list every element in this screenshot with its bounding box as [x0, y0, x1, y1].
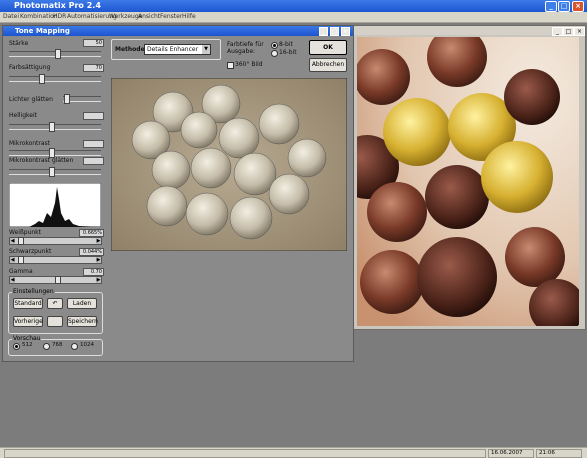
menu-datei[interactable]: Datei [3, 13, 19, 20]
schwarzpunkt-left-arrow[interactable]: ◀ [10, 257, 15, 263]
image-close-button[interactable]: × [574, 27, 585, 36]
undo-button[interactable]: ↶ [47, 298, 63, 309]
weisspunkt-label: Weißpunkt [9, 229, 41, 236]
menu-fenster[interactable]: Fenster [160, 13, 182, 20]
mikrokontrast-label: Mikrokontrast [9, 140, 51, 147]
vorherige-button[interactable]: Vorherige [13, 316, 43, 327]
standard-button[interactable]: Standard [13, 298, 43, 309]
mikrokontrast-glaetten-slider[interactable] [9, 167, 101, 177]
einstellungen-title: Einstellungen [12, 288, 55, 295]
maximize-button[interactable]: □ [558, 1, 570, 12]
gamma-thumb[interactable] [55, 276, 61, 284]
farbtiefe-label: Farbtiefe für Ausgabe: [227, 41, 264, 55]
vorschau-512-label: 512 [22, 342, 33, 348]
helligkeit-thumb[interactable] [49, 122, 55, 132]
image-maximize-button[interactable]: □ [563, 27, 574, 36]
helligkeit-slider[interactable] [9, 122, 101, 132]
abbrechen-button[interactable]: Abbrechen [309, 58, 347, 72]
weisspunkt-value[interactable]: 0.665% [79, 229, 104, 237]
gamma-label: Gamma [9, 268, 33, 275]
vorschau-title: Vorschau [12, 335, 42, 342]
tone-mapping-dialog[interactable]: Tone Mapping _ □ × Stärke 50 Farbsättigu… [2, 25, 354, 362]
helligkeit-value[interactable] [83, 112, 104, 120]
image-window-titlebar[interactable]: _ □ × [353, 26, 585, 36]
status-bar: 16.06.2007 21:06 [0, 447, 587, 458]
staerke-label: Stärke [9, 40, 29, 47]
mikrokontrast-glaetten-thumb[interactable] [49, 167, 55, 177]
mikrokontrast-value[interactable] [83, 140, 104, 148]
image-minimize-button[interactable]: _ [552, 27, 563, 36]
mikrokontrast-glaetten-label: Mikrokontrast glätten [9, 157, 74, 164]
menu-bar: Datei Kombination HDR Automatisierung We… [0, 12, 587, 23]
farbsaettigung-label: Farbsättigung [9, 64, 51, 71]
dialog-maximize-button[interactable]: □ [330, 27, 339, 36]
histogram [9, 183, 101, 227]
close-button[interactable]: × [572, 1, 584, 12]
speichern-button[interactable]: Speichern [67, 316, 98, 327]
vorschau-1024-label: 1024 [80, 342, 94, 348]
vorschau-1024-radio[interactable] [71, 343, 78, 350]
weisspunkt-left-arrow[interactable]: ◀ [10, 238, 15, 244]
dialog-close-button[interactable]: × [341, 27, 350, 36]
gamma-value[interactable]: 0.70 [83, 268, 104, 276]
weisspunkt-scrollbar[interactable]: ◀ ▶ [9, 237, 102, 245]
preview-image [111, 78, 347, 251]
menu-ansicht[interactable]: Ansicht [138, 13, 160, 20]
laden-button[interactable]: Laden [67, 298, 97, 309]
vorschau-512-radio[interactable] [13, 343, 20, 350]
vorschau-768-radio[interactable] [43, 343, 50, 350]
weisspunkt-right-arrow[interactable]: ▶ [96, 238, 101, 244]
staerke-thumb[interactable] [55, 49, 61, 59]
staerke-slider[interactable] [9, 49, 101, 59]
coins-photo [357, 37, 579, 326]
farbsaettigung-slider[interactable] [9, 74, 101, 84]
farbsaettigung-thumb[interactable] [39, 74, 45, 84]
schwarzpunkt-thumb[interactable] [18, 256, 24, 264]
minimize-button[interactable]: _ [545, 1, 557, 12]
farbsaettigung-value[interactable]: 70 [83, 64, 104, 72]
vorschau-768-label: 768 [52, 342, 63, 348]
methode-select[interactable]: Details Enhancer ▼ [144, 44, 211, 55]
methode-label: Methode: [115, 46, 148, 53]
app-title: Photomatix Pro 2.4 [14, 1, 101, 10]
gamma-right-arrow[interactable]: ▶ [96, 277, 101, 283]
mikrokontrast-glaetten-value[interactable] [83, 157, 104, 165]
chevron-down-icon[interactable]: ▼ [202, 45, 210, 54]
gamma-scrollbar[interactable]: ◀ ▶ [9, 276, 102, 284]
schwarzpunkt-scrollbar[interactable]: ◀ ▶ [9, 256, 102, 264]
lichter-glaetten-thumb[interactable] [64, 94, 70, 104]
schwarzpunkt-label: Schwarzpunkt [9, 248, 52, 255]
weisspunkt-thumb[interactable] [18, 237, 24, 245]
ok-button[interactable]: OK [309, 40, 347, 55]
lichter-glaetten-slider[interactable] [63, 94, 101, 104]
lichter-glaetten-label: Lichter glätten [9, 96, 53, 103]
bild360-label: 360° Bild [235, 61, 263, 68]
menu-kombination[interactable]: Kombination [20, 13, 58, 20]
bild360-checkbox[interactable] [227, 62, 234, 69]
menu-hilfe[interactable]: Hilfe [182, 13, 196, 20]
staerke-value[interactable]: 50 [83, 39, 104, 47]
image-window[interactable]: _ □ × [352, 25, 586, 330]
dialog-title: Tone Mapping [15, 27, 70, 35]
app-titlebar[interactable]: Photomatix Pro 2.4 _ □ × [0, 0, 587, 12]
farbtiefe-8bit-label: 8-bit [279, 41, 293, 48]
menu-hdr[interactable]: HDR [53, 13, 66, 20]
gamma-left-arrow[interactable]: ◀ [10, 277, 15, 283]
dialog-titlebar[interactable]: Tone Mapping _ □ × [3, 26, 353, 36]
mikrokontrast-slider[interactable] [9, 148, 101, 158]
farbtiefe-16bit-radio[interactable] [271, 50, 278, 57]
farbtiefe-8bit-radio[interactable] [271, 42, 278, 49]
blank-button[interactable] [47, 316, 63, 327]
schwarzpunkt-value[interactable]: 0.044% [79, 248, 104, 256]
helligkeit-label: Helligkeit [9, 112, 37, 119]
methode-value: Details Enhancer [147, 46, 199, 53]
farbtiefe-16bit-label: 16-bit [279, 49, 297, 56]
schwarzpunkt-right-arrow[interactable]: ▶ [96, 257, 101, 263]
dialog-minimize-button[interactable]: _ [319, 27, 328, 36]
